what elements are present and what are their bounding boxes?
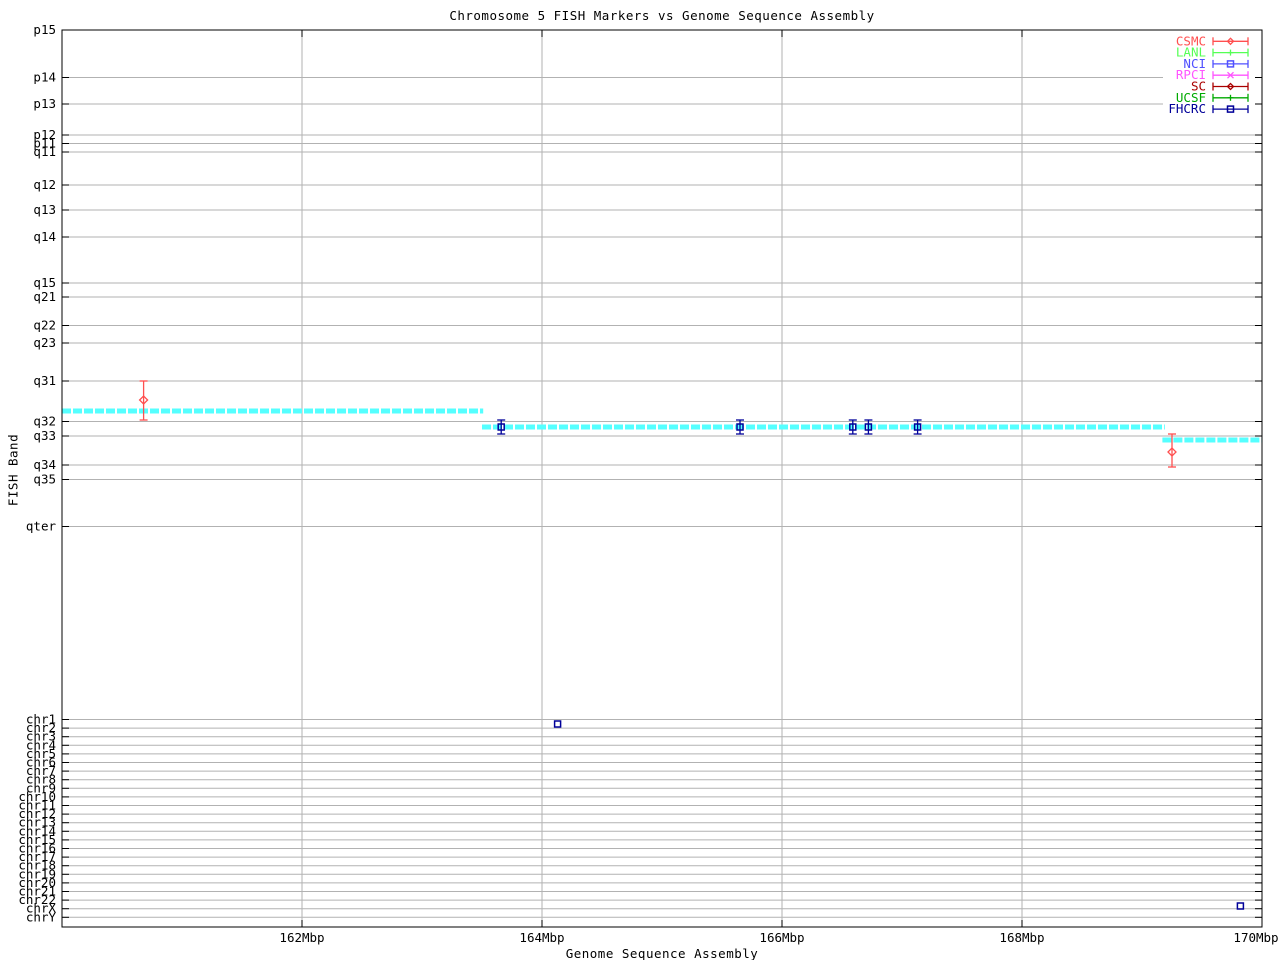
x-tick-label: 168Mbp <box>999 930 1044 945</box>
y-tick-label: q35 <box>33 472 56 487</box>
axes: p15p14p13p12p11q11q12q13q14q15q21q22q23q… <box>18 22 1278 945</box>
gridlines <box>62 30 1262 927</box>
y-tick-label: q14 <box>33 229 56 244</box>
y-tick-label: p14 <box>33 70 56 85</box>
y-tick-label: q34 <box>33 457 56 472</box>
y-tick-label: q32 <box>33 414 56 429</box>
legend: CSMCLANLNCIRPCISCUCSFFHCRC <box>1163 33 1255 117</box>
y-tick-label: q11 <box>33 144 56 159</box>
y-tick-label: q22 <box>33 318 56 333</box>
x-tick-label: 166Mbp <box>759 930 804 945</box>
series-csmc <box>138 380 1177 468</box>
plot-area: p15p14p13p12p11q11q12q13q14q15q21q22q23q… <box>18 22 1278 945</box>
y-tick-label: q15 <box>33 275 56 290</box>
y-tick-label: qter <box>26 519 57 534</box>
y-tick-label: p13 <box>33 96 56 111</box>
x-tick-label: 170Mbp <box>1233 930 1278 945</box>
y-tick-label: q12 <box>33 177 56 192</box>
square-marker <box>1236 902 1245 910</box>
y-tick-label: q33 <box>33 428 56 443</box>
y-tick-label: q23 <box>33 335 56 350</box>
plot-border <box>61 29 1263 928</box>
y-tick-label: chrY <box>26 909 57 924</box>
series-fhcrc <box>497 419 1245 910</box>
y-tick-label: q21 <box>33 289 56 304</box>
legend-label: FHCRC <box>1168 101 1206 116</box>
y-tick-label: p15 <box>33 22 56 37</box>
square-marker <box>553 720 562 728</box>
y-tick-label: q13 <box>33 202 56 217</box>
fish-chart: Chromosome 5 FISH Markers vs Genome Sequ… <box>0 0 1280 960</box>
x-tick-label: 164Mbp <box>519 930 564 945</box>
y-tick-label: q31 <box>33 373 56 388</box>
x-tick-label: 162Mbp <box>279 930 324 945</box>
